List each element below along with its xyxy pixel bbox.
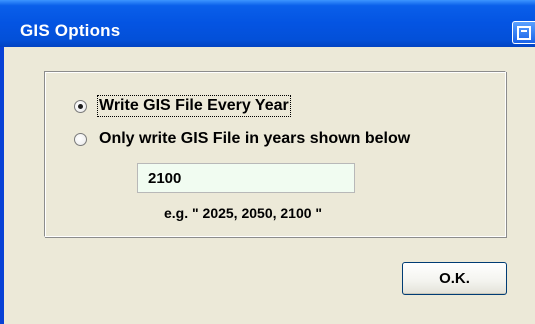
years-input[interactable]	[137, 163, 355, 193]
radio-button-checked[interactable]	[74, 99, 87, 113]
window-title: GIS Options	[20, 21, 121, 40]
title-bar[interactable]: GIS Options	[0, 0, 535, 47]
radio-write-every-year[interactable]: Write GIS File Every Year	[74, 95, 291, 117]
gis-options-dialog: GIS Options Write GIS File Every Year On…	[0, 0, 535, 324]
radio-button-unchecked[interactable]	[74, 132, 87, 146]
radio-label-write-every-year: Write GIS File Every Year	[97, 95, 291, 117]
radio-write-selected-years[interactable]: Only write GIS File in years shown below	[74, 128, 410, 150]
radio-label-write-selected-years: Only write GIS File in years shown below	[99, 130, 411, 147]
ok-button[interactable]: O.K.	[402, 262, 507, 295]
years-format-hint: e.g. " 2025, 2050, 2100 "	[164, 205, 323, 221]
window-menu-icon[interactable]	[512, 21, 535, 44]
